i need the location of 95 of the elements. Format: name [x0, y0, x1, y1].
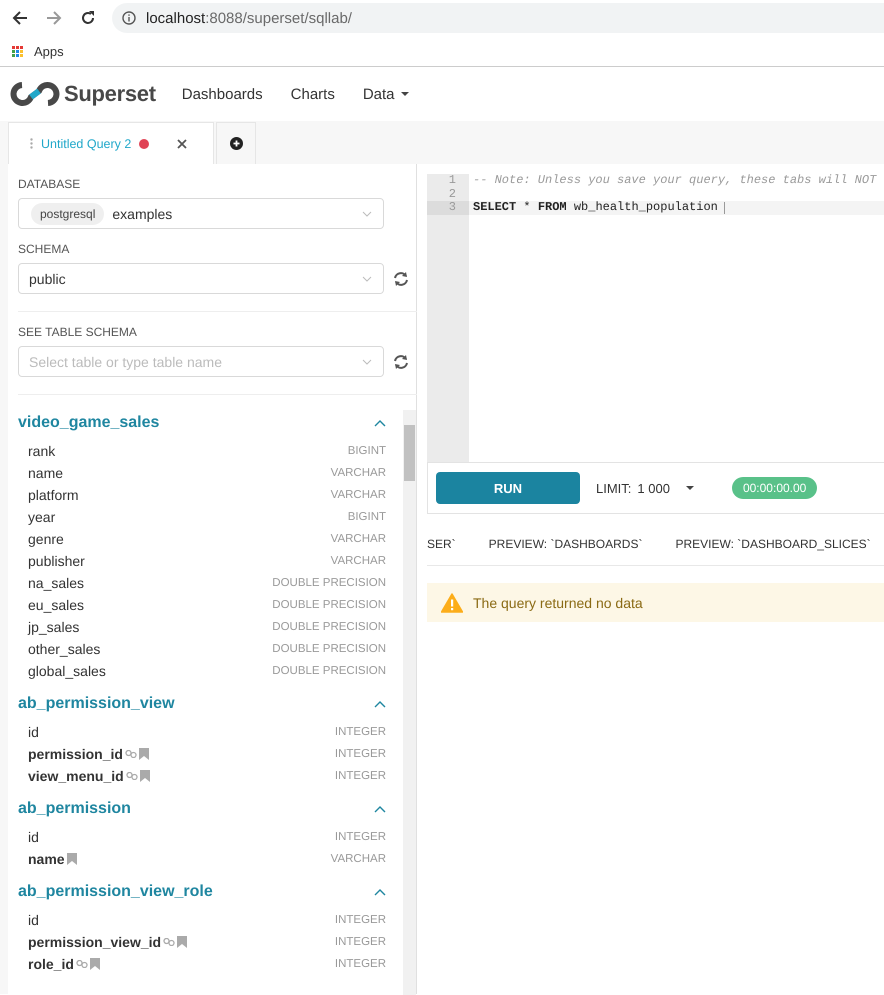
placeholder-text: Select table or type table name [29, 354, 222, 370]
table-name[interactable]: video_game_sales [18, 414, 160, 432]
brand-name: Superset [64, 81, 156, 107]
column-type: BIGINT [348, 511, 386, 523]
caret-up-icon[interactable] [374, 805, 386, 813]
column-type: INTEGER [334, 726, 386, 738]
refresh-icon[interactable] [392, 352, 410, 370]
code-editor[interactable]: 1 2 3 -- Note: Unless you save your query, these tabs will NOT SELECT* FROM wb_health_population [427, 174, 884, 462]
field-label: DATABASE [18, 177, 82, 191]
result-tab[interactable]: PREVIEW: `DASHBOARD_SLICES` [675, 524, 871, 564]
result-tab[interactable]: PREVIEW: `DASHBOARDS` [488, 524, 642, 564]
column-type: DOUBLE PRECISION [272, 643, 386, 655]
database-tag: postgresql [31, 202, 104, 224]
table-name[interactable]: ab_permission_view [18, 695, 175, 713]
logo-icon [8, 82, 62, 106]
column-type: DOUBLE PRECISION [272, 577, 386, 589]
column-name: eu_sales [28, 597, 84, 613]
field-label: SEE TABLE SCHEMA [18, 325, 138, 339]
column-name: id [28, 724, 39, 740]
limit-dropdown[interactable]: 1 000 [637, 480, 694, 496]
line-number: 2 [448, 188, 457, 201]
limit-label: LIMIT: [596, 480, 632, 496]
column-type: VARCHAR [330, 467, 386, 479]
result-tab[interactable]: SER` [427, 524, 456, 564]
column-type: INTEGER [334, 748, 386, 760]
column-type: VARCHAR [330, 533, 386, 545]
column-name: id [28, 912, 39, 928]
close-icon[interactable] [177, 138, 188, 148]
column-name: year [28, 509, 56, 525]
column-type: DOUBLE PRECISION [272, 621, 386, 633]
info-icon[interactable] [122, 11, 136, 25]
plus-icon [230, 137, 242, 150]
address-bar[interactable]: localhost:8088/superset/sqllab/ [112, 3, 884, 33]
url-text: localhost:8088/superset/sqllab/ [146, 10, 352, 26]
column-type: INTEGER [334, 770, 386, 782]
column-name: na_sales [28, 575, 84, 591]
line-number: 1 [448, 174, 457, 188]
caret-icon [686, 486, 694, 490]
column-type: VARCHAR [330, 555, 386, 567]
column-name: permission_id [28, 746, 123, 762]
drag-handle-icon[interactable] [30, 138, 33, 149]
refresh-icon[interactable] [392, 270, 410, 288]
column-type: INTEGER [334, 831, 386, 843]
code-comment: -- Note: Unless you save your query, these tabs will NOT [473, 174, 876, 188]
bookmark-item[interactable]: Apps [12, 44, 64, 58]
table-name[interactable]: ab_permission_view_role [18, 883, 213, 901]
column-name: genre [28, 531, 64, 547]
column-type: VARCHAR [330, 853, 386, 865]
column-name: view_menu_id [28, 768, 124, 784]
column-name: permission_view_id [28, 934, 162, 950]
column-name: global_sales [28, 663, 106, 679]
column-type: INTEGER [334, 914, 386, 926]
select-value: public [29, 270, 66, 286]
column-type: INTEGER [334, 958, 386, 970]
column-type: BIGINT [348, 445, 386, 457]
timer-badge: 00:00:00.00 [732, 477, 818, 499]
column-name: role_id [28, 956, 74, 972]
column-name: platform [28, 487, 79, 503]
code-line: SELECT* FROM wb_health_population [473, 201, 718, 214]
column-type: DOUBLE PRECISION [272, 599, 386, 611]
table-name[interactable]: ab_permission [18, 800, 131, 818]
text-cursor [724, 202, 725, 214]
select-field[interactable]: public [18, 263, 384, 294]
apps-grid-icon [12, 46, 23, 56]
nav-link[interactable]: Data [362, 86, 409, 102]
field-label: SCHEMA [18, 242, 70, 256]
select-field[interactable]: postgresql examples [18, 198, 384, 229]
line-number: 3 [427, 201, 469, 214]
nav-link[interactable]: Charts [290, 86, 335, 102]
run-button[interactable]: RUN [436, 472, 580, 504]
caret-up-icon[interactable] [374, 419, 386, 427]
column-name: id [28, 829, 39, 845]
tab-title: Untitled Query 2 [41, 136, 132, 150]
column-name: rank [28, 443, 56, 459]
column-name: jp_sales [28, 619, 80, 635]
caret-up-icon[interactable] [374, 700, 386, 708]
column-type: INTEGER [334, 936, 386, 948]
select-value: examples [112, 206, 172, 222]
new-tab-button[interactable] [216, 122, 256, 164]
warning-icon [441, 592, 463, 612]
column-type: DOUBLE PRECISION [272, 665, 386, 677]
forward-icon[interactable] [46, 10, 62, 26]
column-name: name [28, 851, 65, 867]
caret-up-icon[interactable] [374, 888, 386, 896]
alert-message: The query returned no data [473, 594, 643, 610]
caret-icon [400, 92, 409, 96]
column-type: VARCHAR [330, 489, 386, 501]
column-name: name [28, 465, 64, 481]
back-icon[interactable] [12, 10, 28, 26]
column-name: publisher [28, 553, 85, 569]
scrollbar-thumb[interactable] [404, 425, 416, 481]
scrollbar-track[interactable] [403, 410, 416, 995]
nav-link[interactable]: Dashboards [182, 86, 263, 102]
reload-icon[interactable] [80, 10, 96, 26]
column-name: other_sales [28, 641, 100, 657]
